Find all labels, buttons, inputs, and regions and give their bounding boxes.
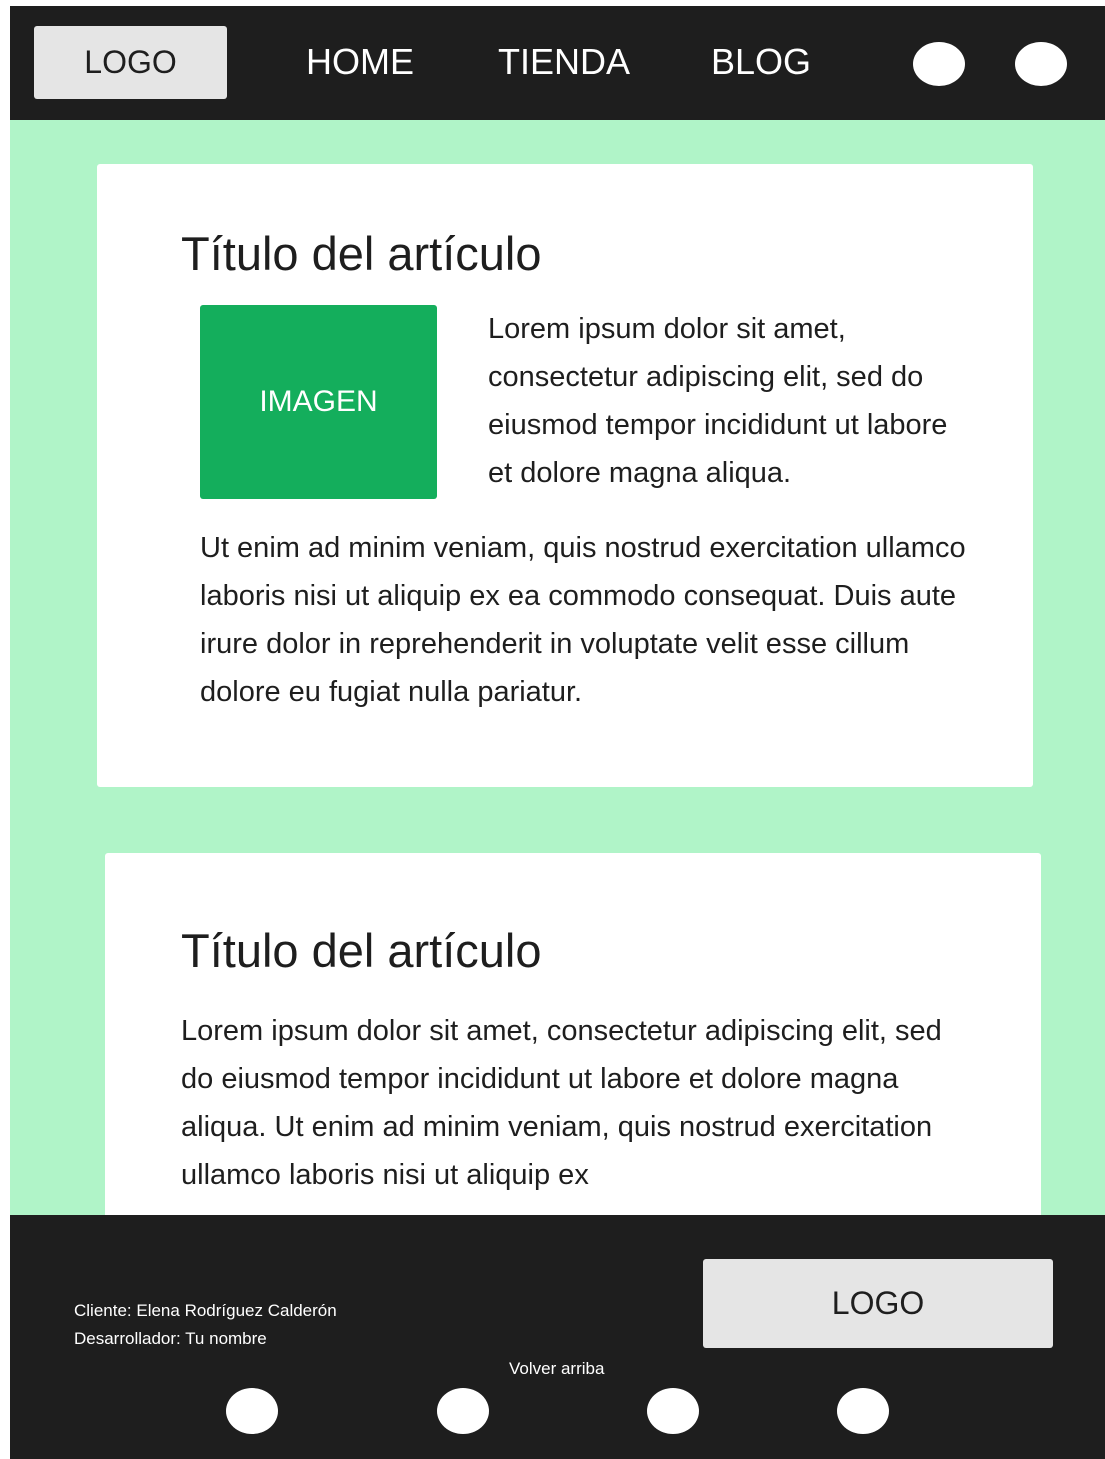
site-footer: Cliente: Elena Rodríguez Calderón Desarr… bbox=[10, 1215, 1105, 1459]
page: LOGO HOME TIENDA BLOG Título del artícul… bbox=[10, 6, 1105, 1459]
nav-blog[interactable]: BLOG bbox=[711, 40, 811, 84]
article-card-2: Título del artículo Lorem ipsum dolor si… bbox=[105, 853, 1041, 1233]
header-circle-icon-2[interactable] bbox=[1015, 42, 1067, 86]
footer-client: Cliente: Elena Rodríguez Calderón bbox=[74, 1301, 337, 1320]
header-circle-icon-1[interactable] bbox=[913, 42, 965, 86]
nav-tienda[interactable]: TIENDA bbox=[498, 40, 630, 84]
nav-home[interactable]: HOME bbox=[306, 40, 414, 84]
header-logo-label: LOGO bbox=[84, 44, 177, 80]
footer-social-icon-3[interactable] bbox=[647, 1388, 699, 1434]
footer-social-icon-2[interactable] bbox=[437, 1388, 489, 1434]
article-card-1: Título del artículo IMAGEN Lorem ipsum d… bbox=[97, 164, 1033, 787]
article-image-label: IMAGEN bbox=[259, 385, 378, 418]
article-image: IMAGEN bbox=[200, 305, 437, 499]
article-title: Título del artículo bbox=[181, 924, 542, 977]
article-title: Título del artículo bbox=[181, 227, 542, 280]
article-body: Ut enim ad minim veniam, quis nostrud ex… bbox=[200, 532, 966, 708]
footer-logo[interactable]: LOGO bbox=[703, 1259, 1053, 1348]
back-to-top-link[interactable]: Volver arriba bbox=[509, 1359, 604, 1379]
footer-developer: Desarrollador: Tu nombre bbox=[74, 1329, 267, 1348]
header-logo[interactable]: LOGO bbox=[34, 26, 227, 99]
article-body: Lorem ipsum dolor sit amet, consectetur … bbox=[181, 1015, 942, 1191]
footer-social-icon-4[interactable] bbox=[837, 1388, 889, 1434]
footer-social-icon-1[interactable] bbox=[226, 1388, 278, 1434]
site-header: LOGO HOME TIENDA BLOG bbox=[10, 6, 1105, 120]
footer-logo-label: LOGO bbox=[831, 1285, 925, 1321]
article-intro: Lorem ipsum dolor sit amet, consectetur … bbox=[488, 313, 948, 489]
